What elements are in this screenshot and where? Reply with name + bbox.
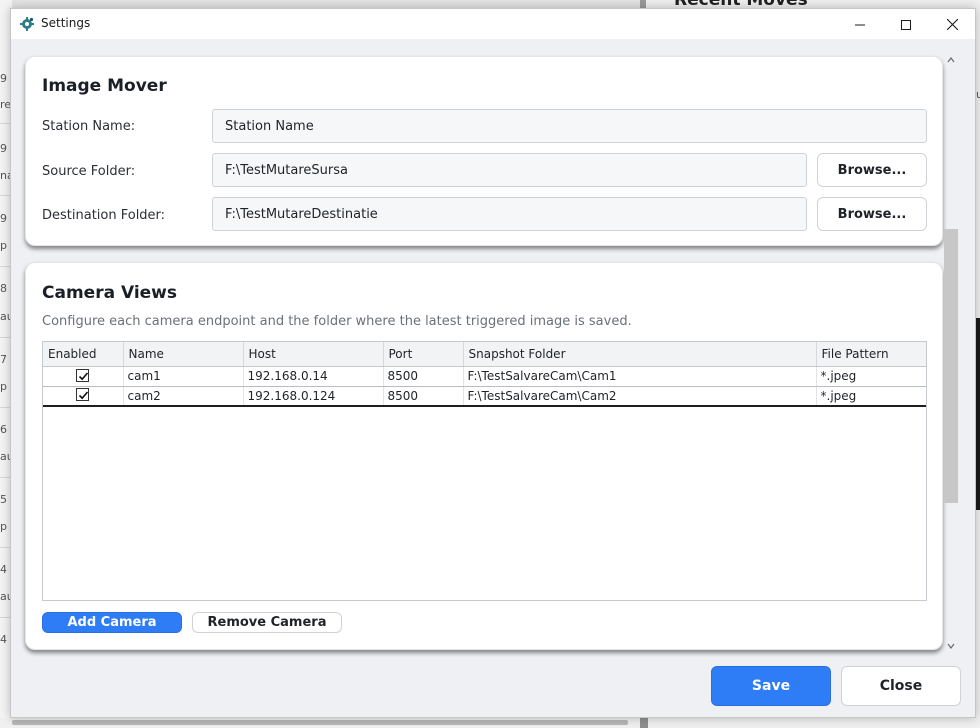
camera-pattern-cell[interactable]: *.jpeg	[816, 385, 926, 407]
camera-table-header: Enabled Name Host Port Snapshot Folder F…	[43, 342, 926, 367]
minimize-icon	[855, 15, 865, 34]
check-icon	[79, 391, 89, 400]
camera-host-cell[interactable]: 192.168.0.124	[243, 385, 384, 407]
enabled-cell[interactable]	[43, 385, 124, 407]
scrollbar-thumb[interactable]	[944, 229, 958, 503]
add-camera-button[interactable]: Add Camera	[42, 612, 182, 633]
maximize-button[interactable]	[883, 9, 929, 39]
camera-port-cell[interactable]: 8500	[383, 366, 464, 387]
chevron-down-icon[interactable]	[946, 641, 956, 651]
close-icon	[946, 15, 958, 34]
image-mover-title: Image Mover	[42, 76, 167, 96]
remove-camera-button[interactable]: Remove Camera	[192, 612, 342, 633]
camera-views-description: Configure each camera endpoint and the f…	[42, 314, 632, 329]
source-folder-input[interactable]	[212, 153, 807, 187]
camera-folder-cell[interactable]: F:\TestSalvareCam\Cam1	[463, 366, 817, 387]
camera-views-card: Camera Views Configure each camera endpo…	[25, 262, 943, 650]
column-header-name[interactable]: Name	[123, 342, 244, 367]
image-mover-card: Image Mover Station Name: Source Folder:…	[25, 56, 943, 246]
column-header-file-pattern[interactable]: File Pattern	[816, 342, 926, 367]
column-header-port[interactable]: Port	[383, 342, 464, 367]
camera-pattern-cell[interactable]: *.jpeg	[816, 366, 926, 387]
close-button[interactable]: Close	[841, 666, 961, 706]
background-text-fragment: u	[976, 88, 980, 101]
column-header-snapshot-folder[interactable]: Snapshot Folder	[463, 342, 817, 367]
background-splitter	[640, 718, 648, 728]
destination-browse-button[interactable]: Browse...	[817, 197, 927, 231]
background-app-right-strip: u	[976, 10, 980, 728]
title-bar: Settings	[11, 9, 975, 39]
close-window-button[interactable]	[929, 9, 975, 39]
column-header-enabled[interactable]: Enabled	[43, 342, 124, 367]
gear-bug-icon	[19, 16, 35, 32]
minimize-button[interactable]	[837, 9, 883, 39]
background-horizontal-scrollbar	[12, 720, 628, 725]
check-icon	[79, 371, 89, 380]
camera-grid[interactable]: Enabled Name Host Port Snapshot Folder F…	[42, 341, 927, 601]
settings-scroll-area[interactable]: Image Mover Station Name: Source Folder:…	[11, 39, 975, 659]
destination-folder-input[interactable]	[212, 197, 807, 231]
enabled-checkbox[interactable]	[76, 368, 90, 382]
maximize-icon	[901, 15, 911, 34]
window-title: Settings	[41, 16, 91, 30]
camera-table: Enabled Name Host Port Snapshot Folder F…	[43, 342, 926, 407]
background-dark-panel	[976, 318, 980, 510]
camera-name-cell[interactable]: cam2	[123, 385, 244, 407]
settings-dialog: Settings Image Mover Station Name: Sourc…	[10, 8, 976, 718]
source-browse-button[interactable]: Browse...	[817, 153, 927, 187]
chevron-up-icon[interactable]	[946, 55, 956, 65]
background-app-bottom-strip	[0, 718, 980, 728]
camera-port-cell[interactable]: 8500	[383, 385, 464, 407]
column-header-host[interactable]: Host	[243, 342, 384, 367]
table-row[interactable]: cam2 192.168.0.124 8500 F:\TestSalvareCa…	[43, 385, 926, 407]
camera-host-cell[interactable]: 192.168.0.14	[243, 366, 384, 387]
vertical-scrollbar[interactable]	[943, 39, 959, 659]
enabled-cell[interactable]	[43, 366, 124, 387]
dialog-footer: Save Close	[11, 659, 975, 717]
station-name-input[interactable]	[212, 109, 927, 143]
save-button[interactable]: Save	[711, 666, 831, 706]
camera-views-title: Camera Views	[42, 283, 178, 303]
source-folder-label: Source Folder:	[42, 164, 136, 179]
table-row[interactable]: cam1 192.168.0.14 8500 F:\TestSalvareCam…	[43, 366, 926, 387]
enabled-checkbox[interactable]	[76, 388, 90, 402]
destination-folder-label: Destination Folder:	[42, 208, 166, 223]
station-name-label: Station Name:	[42, 119, 136, 134]
camera-name-cell[interactable]: cam1	[123, 366, 244, 387]
camera-folder-cell[interactable]: F:\TestSalvareCam\Cam2	[463, 385, 817, 407]
